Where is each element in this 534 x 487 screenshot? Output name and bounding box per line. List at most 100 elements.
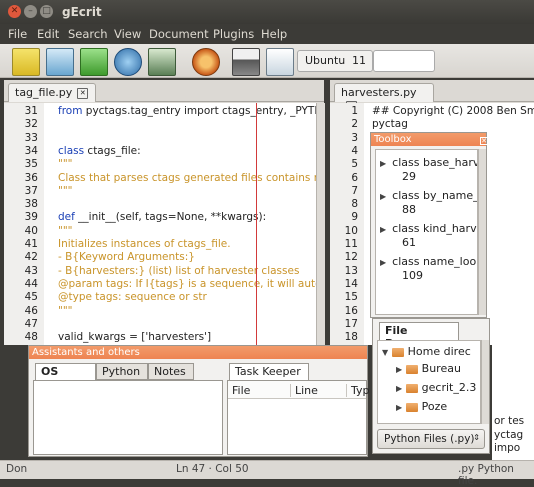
line-number: 14 bbox=[344, 277, 358, 290]
assistant-tabs-area: OS Shell Python Notes bbox=[33, 363, 223, 455]
line-number: 41 bbox=[24, 238, 38, 250]
collapsed-icon[interactable]: ▶ bbox=[380, 258, 386, 267]
close-window-icon[interactable]: ✕ bbox=[8, 5, 21, 18]
right-editor-overflow: or tes yctag impo bbox=[492, 345, 534, 460]
file-filter-select[interactable]: Python Files (.py) ⇕ bbox=[377, 429, 485, 449]
toolbox-title: Toolbox bbox=[371, 133, 486, 146]
code-line: impo bbox=[494, 441, 521, 454]
line-number: 37 bbox=[24, 184, 38, 197]
tab-tag-file[interactable]: tag_file.py ✕ bbox=[8, 83, 96, 102]
select-arrows-icon: ⇕ bbox=[473, 433, 480, 442]
code-line: def __init__(self, tags=None, **kwargs): bbox=[58, 211, 267, 224]
menu-help[interactable]: Help bbox=[261, 27, 287, 41]
tree-root[interactable]: ▼ Home direc bbox=[382, 345, 471, 358]
font-selector[interactable]: Ubuntu 11 bbox=[297, 50, 373, 72]
file-tree-scrollbar[interactable] bbox=[481, 340, 489, 424]
line-number: 12 bbox=[344, 251, 358, 264]
line-number: 45 bbox=[24, 291, 38, 304]
code-line: from pyctags.tag_entry import ctags_entr… bbox=[58, 105, 316, 117]
os-shell-console[interactable] bbox=[33, 380, 223, 455]
collapsed-icon[interactable]: ▶ bbox=[396, 403, 402, 412]
quit-icon[interactable] bbox=[192, 48, 220, 76]
save-as-icon[interactable] bbox=[114, 48, 142, 76]
line-number: 36 bbox=[24, 171, 38, 184]
toolbox-close-icon[interactable]: ✕ bbox=[480, 137, 488, 145]
line-number: 34 bbox=[24, 144, 38, 157]
code-line: ## Copyright (C) 2008 Ben Sm bbox=[372, 105, 534, 117]
line-number: 46 bbox=[24, 304, 38, 317]
file-browser-tab[interactable]: File Browser bbox=[379, 322, 459, 350]
menu-search[interactable]: Search bbox=[68, 27, 108, 41]
tab-label: harvesters.py bbox=[341, 86, 417, 99]
toolbox-item-name: class base_harve bbox=[392, 156, 478, 169]
folder-icon bbox=[405, 364, 418, 374]
menu-view[interactable]: View bbox=[114, 27, 141, 41]
line-number: 43 bbox=[24, 264, 38, 277]
status-position: Ln 47 · Col 50 bbox=[176, 463, 249, 475]
toolbox-item[interactable]: ▶ class kind_harves bbox=[380, 222, 477, 235]
toolbox-item[interactable]: ▶ class by_name_h bbox=[380, 189, 478, 202]
toolbox-item[interactable]: ▶ class base_harve bbox=[380, 156, 478, 169]
collapsed-icon[interactable]: ▶ bbox=[380, 225, 386, 234]
tab-os-shell[interactable]: OS Shell bbox=[35, 363, 96, 391]
toolbox-item[interactable]: ▶ class name_look bbox=[380, 255, 478, 268]
toolbar-field[interactable] bbox=[373, 50, 435, 72]
task-keeper-area: Task Keeper File Line Typ bbox=[227, 363, 370, 455]
close-tab-icon[interactable]: ✕ bbox=[77, 87, 89, 99]
column-type[interactable]: Typ bbox=[346, 384, 370, 397]
collapsed-icon[interactable]: ▶ bbox=[380, 159, 386, 168]
tree-item-gecrit[interactable]: ▶ gecrit_2.3 bbox=[396, 381, 476, 394]
line-number: 35 bbox=[24, 158, 38, 171]
preferences-icon[interactable] bbox=[266, 48, 294, 76]
folder-icon bbox=[405, 383, 418, 393]
menu-document[interactable]: Document bbox=[149, 27, 209, 41]
left-code-editor[interactable]: 31 from pyctags.tag_entry import ctags_en… bbox=[4, 103, 316, 345]
tree-item-poze[interactable]: ▶ Poze bbox=[396, 400, 447, 413]
code-line: Class that parses ctags generated files … bbox=[58, 171, 316, 184]
code-line: - B{harvesters:} (list) list of harveste… bbox=[58, 264, 300, 277]
image-icon[interactable] bbox=[148, 48, 176, 76]
new-file-icon[interactable] bbox=[12, 48, 40, 76]
menu-plugins[interactable]: Plugins bbox=[213, 27, 254, 41]
collapsed-icon[interactable]: ▶ bbox=[396, 365, 402, 374]
line-number: 1 bbox=[351, 105, 358, 117]
collapsed-icon[interactable]: ▶ bbox=[396, 384, 402, 393]
line-number: 5 bbox=[351, 158, 358, 171]
toolbox-panel: Toolbox ▶ class base_harve 29 ▶ class by_nam… bbox=[370, 132, 488, 318]
toolbox-scrollbar[interactable] bbox=[478, 149, 486, 315]
window-title: gEcrit bbox=[62, 5, 102, 19]
toolbox-list: ▶ class base_harve 29 ▶ class by_name_h 88 ▶ cl… bbox=[375, 149, 478, 315]
code-line: @type tags: sequence or str bbox=[58, 291, 207, 304]
collapsed-icon[interactable]: ▶ bbox=[380, 192, 386, 201]
column-file[interactable]: File bbox=[232, 384, 250, 397]
menu-file[interactable]: File bbox=[8, 27, 27, 41]
tab-harvesters[interactable]: harvesters.py✕ bbox=[334, 83, 434, 112]
print-icon[interactable] bbox=[232, 48, 260, 76]
line-number: 9 bbox=[351, 211, 358, 224]
left-scrollbar[interactable] bbox=[316, 103, 325, 345]
open-file-icon[interactable] bbox=[46, 48, 74, 76]
maximize-window-icon[interactable]: □ bbox=[40, 5, 53, 18]
minimize-window-icon[interactable]: – bbox=[24, 5, 37, 18]
tab-task-keeper[interactable]: Task Keeper bbox=[229, 363, 309, 380]
line-number: 7 bbox=[351, 184, 358, 197]
toolbox-item-name: class name_look bbox=[392, 255, 478, 268]
line-number: 16 bbox=[344, 304, 358, 317]
toolbar: Ubuntu 11 bbox=[0, 44, 534, 78]
menu-edit[interactable]: Edit bbox=[37, 27, 59, 41]
line-number: 44 bbox=[24, 277, 38, 290]
code-line: - B{Keyword Arguments:} bbox=[58, 251, 195, 264]
status-bar: Don Ln 47 · Col 50 .py Python file. bbox=[0, 460, 534, 487]
tab-notes[interactable]: Notes bbox=[148, 363, 194, 380]
line-number: 10 bbox=[344, 224, 358, 237]
code-line: yctag bbox=[494, 428, 524, 441]
tab-python[interactable]: Python bbox=[96, 363, 148, 380]
column-line[interactable]: Line bbox=[290, 384, 318, 397]
expand-icon[interactable]: ▼ bbox=[382, 348, 388, 357]
tree-item-bureau[interactable]: ▶ Bureau bbox=[396, 362, 461, 375]
toolbox-item-name: class by_name_h bbox=[392, 189, 478, 202]
line-number: 3 bbox=[351, 131, 358, 144]
save-icon[interactable] bbox=[80, 48, 108, 76]
line-number: 15 bbox=[344, 291, 358, 304]
left-tab-strip: tag_file.py ✕ bbox=[4, 80, 324, 102]
